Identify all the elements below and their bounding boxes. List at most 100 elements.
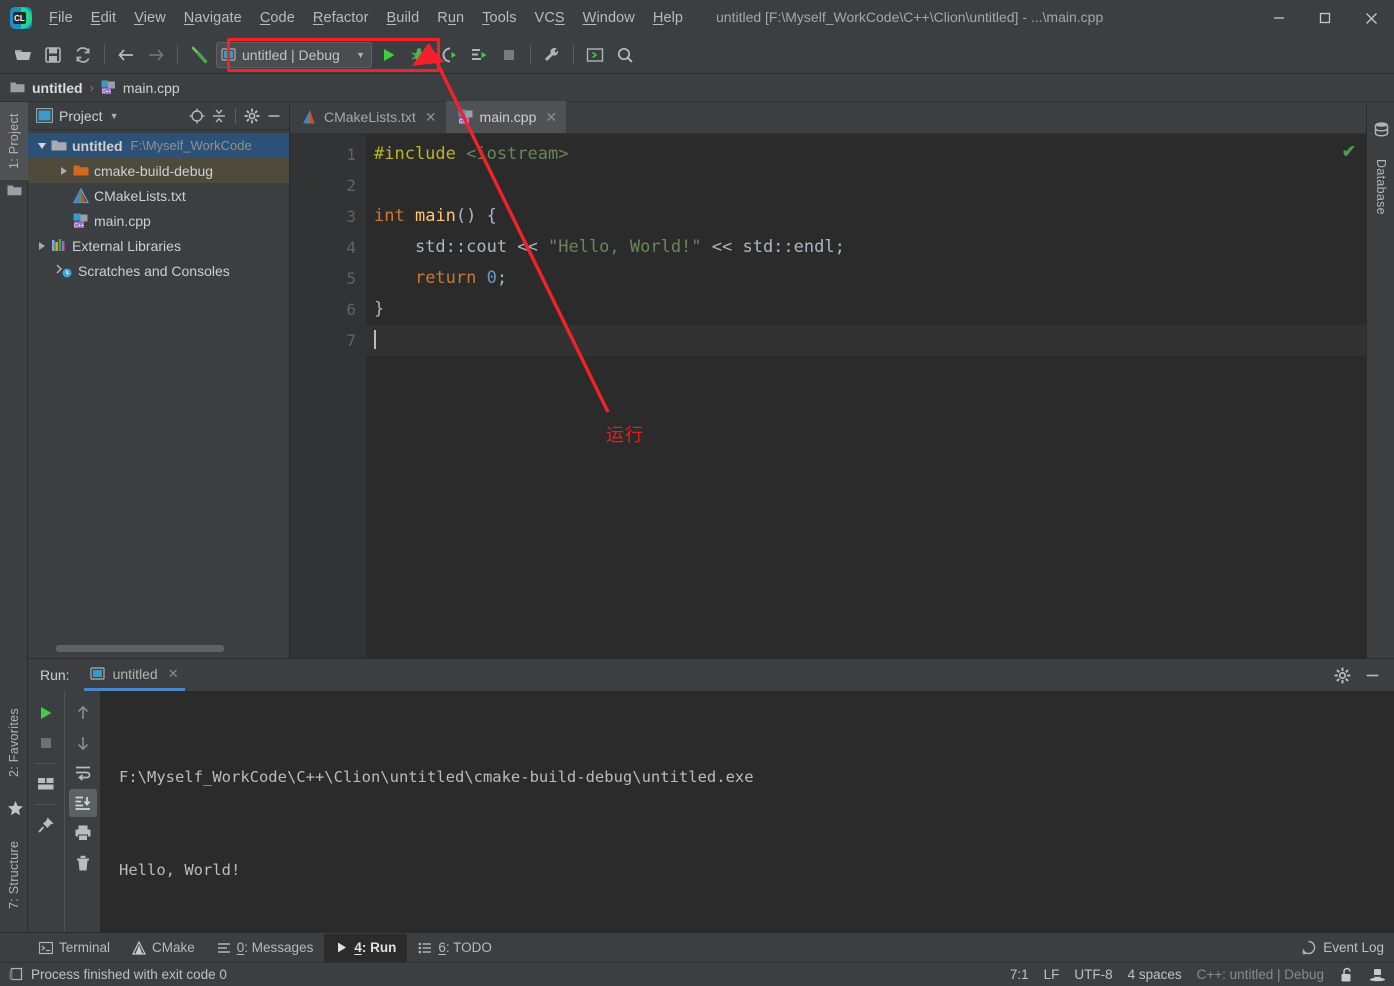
menu-edit[interactable]: Edit (82, 7, 125, 29)
build-config-status[interactable]: C++: untitled | Debug (1197, 967, 1324, 982)
menu-file[interactable]: File (40, 7, 82, 29)
menu-code[interactable]: Code (251, 7, 304, 29)
run-console-toolbar (64, 691, 100, 933)
tree-item-label: CMakeLists.txt (94, 187, 186, 204)
open-terminal-icon[interactable] (581, 41, 609, 69)
menu-tools[interactable]: Tools (473, 7, 525, 29)
bottom-tab-todo[interactable]: 6: TODO (407, 934, 503, 962)
search-everywhere-icon[interactable] (611, 41, 639, 69)
tree-item-cmakelists[interactable]: CMakeLists.txt (28, 183, 289, 208)
tree-item-untitled[interactable]: untitled F:\Myself_WorkCode (28, 133, 289, 158)
menu-view[interactable]: View (125, 7, 175, 29)
arrow-down-icon[interactable] (69, 729, 97, 757)
code-text[interactable]: #include <iostream> int main() { std::co… (366, 134, 1366, 658)
close-icon[interactable]: ✕ (168, 666, 179, 682)
unlocked-icon[interactable] (1339, 967, 1354, 983)
chevron-down-icon[interactable]: ▼ (356, 50, 365, 60)
star-icon[interactable] (6, 800, 24, 816)
bottom-tab-cmake[interactable]: CMake (121, 934, 206, 962)
text-caret (374, 330, 376, 349)
pin-icon[interactable] (32, 811, 60, 839)
profile-icon[interactable] (465, 41, 493, 69)
line-number: 2 (346, 176, 356, 195)
bottom-tab-run[interactable]: 4: Run (324, 933, 408, 962)
clion-window: CL File Edit View Navigate Code Refactor… (0, 0, 1394, 986)
tree-item-main-cpp[interactable]: C++ main.cpp (28, 208, 289, 233)
debug-bug-icon[interactable] (405, 41, 433, 69)
gear-icon[interactable] (241, 105, 263, 127)
chevron-right-icon[interactable] (34, 238, 50, 254)
tree-item-scratches[interactable]: Scratches and Consoles (28, 258, 289, 283)
soft-wrap-icon[interactable] (69, 759, 97, 787)
sidebar-item-favorites[interactable]: 2: Favorites (0, 690, 28, 796)
menu-navigate[interactable]: Navigate (175, 7, 251, 29)
menu-run[interactable]: Run (428, 7, 473, 29)
line-separator[interactable]: LF (1044, 967, 1060, 982)
run-play-icon[interactable] (375, 41, 403, 69)
database-icon[interactable] (1373, 122, 1389, 138)
back-arrow-icon[interactable] (112, 41, 140, 69)
chevron-down-icon[interactable]: ▼ (110, 111, 119, 121)
trash-icon[interactable] (69, 849, 97, 877)
hide-minus-icon[interactable] (263, 105, 285, 127)
breadcrumb-file-label: main.cpp (122, 79, 180, 96)
sidebar-item-project[interactable]: 1: Project (0, 102, 28, 180)
project-panel-hscrollbar[interactable] (28, 645, 290, 654)
stop-icon[interactable] (32, 729, 60, 757)
save-icon[interactable] (39, 41, 67, 69)
print-icon[interactable] (69, 819, 97, 847)
rerun-play-icon[interactable] (32, 699, 60, 727)
menu-help[interactable]: Help (644, 7, 692, 29)
arrow-up-icon[interactable] (69, 699, 97, 727)
event-log-button[interactable]: Event Log (1301, 940, 1394, 955)
collapse-all-icon[interactable] (208, 105, 230, 127)
tab-main-cpp[interactable]: C++ main.cpp ✕ (445, 101, 567, 133)
inspector-hat-icon[interactable] (1369, 967, 1386, 983)
chevron-right-icon[interactable] (56, 163, 72, 179)
inspection-status-icon[interactable]: ✔ (1342, 142, 1356, 162)
caret-position[interactable]: 7:1 (1010, 967, 1029, 982)
scroll-to-end-icon[interactable] (68, 789, 97, 817)
editor-gutter[interactable]: 1 2 3 4 5 6 7 (290, 134, 366, 658)
tree-item-external-libraries[interactable]: External Libraries (28, 233, 289, 258)
sync-icon[interactable] (69, 41, 97, 69)
code-editor[interactable]: 1 2 3 4 5 6 7 #include <iostream> int ma… (290, 134, 1366, 658)
run-tab-untitled[interactable]: untitled ✕ (83, 659, 185, 691)
menu-build[interactable]: Build (378, 7, 429, 29)
sidebar-item-structure[interactable]: 7: Structure (0, 824, 28, 926)
gear-icon[interactable] (1328, 661, 1356, 689)
breadcrumb-project[interactable]: untitled (10, 80, 83, 96)
stop-icon[interactable] (495, 41, 523, 69)
close-icon[interactable]: ✕ (545, 109, 557, 126)
folder-icon (50, 138, 67, 154)
tab-cmakelists-txt[interactable]: CMakeLists.txt ✕ (290, 101, 446, 133)
run-configuration-selector[interactable]: untitled | Debug ▼ (216, 41, 372, 68)
run-with-coverage-icon[interactable] (435, 41, 463, 69)
file-encoding[interactable]: UTF-8 (1074, 967, 1112, 982)
chevron-down-icon[interactable] (34, 138, 50, 154)
close-button[interactable] (1348, 0, 1394, 36)
tree-item-cmake-build-debug[interactable]: cmake-build-debug (28, 158, 289, 183)
menu-vcs[interactable]: VCS (526, 7, 574, 29)
locate-target-icon[interactable] (186, 105, 208, 127)
menu-window[interactable]: Window (574, 7, 644, 29)
breadcrumb-file[interactable]: C++ main.cpp (101, 80, 180, 96)
minimize-button[interactable] (1256, 0, 1302, 36)
open-folder-icon[interactable] (9, 41, 37, 69)
bottom-tab-terminal[interactable]: Terminal (28, 934, 121, 962)
hide-minus-icon[interactable] (1358, 661, 1386, 689)
maximize-button[interactable] (1302, 0, 1348, 36)
folder-icon[interactable] (6, 182, 22, 198)
close-icon[interactable]: ✕ (425, 109, 437, 126)
console-icon (8, 967, 23, 982)
menu-refactor[interactable]: Refactor (304, 7, 378, 29)
settings-wrench-icon[interactable] (538, 41, 566, 69)
forward-arrow-icon[interactable] (142, 41, 170, 69)
indent-setting[interactable]: 4 spaces (1128, 967, 1182, 982)
bottom-tab-messages[interactable]: 0: Messages (206, 934, 325, 962)
run-console-output[interactable]: F:\Myself_WorkCode\C++\Clion\untitled\cm… (100, 691, 1394, 933)
layout-icon[interactable] (32, 770, 60, 798)
cpp-file-icon: C++ (72, 213, 89, 229)
sidebar-item-database[interactable]: Database (1367, 144, 1394, 230)
build-hammer-icon[interactable] (185, 41, 213, 69)
